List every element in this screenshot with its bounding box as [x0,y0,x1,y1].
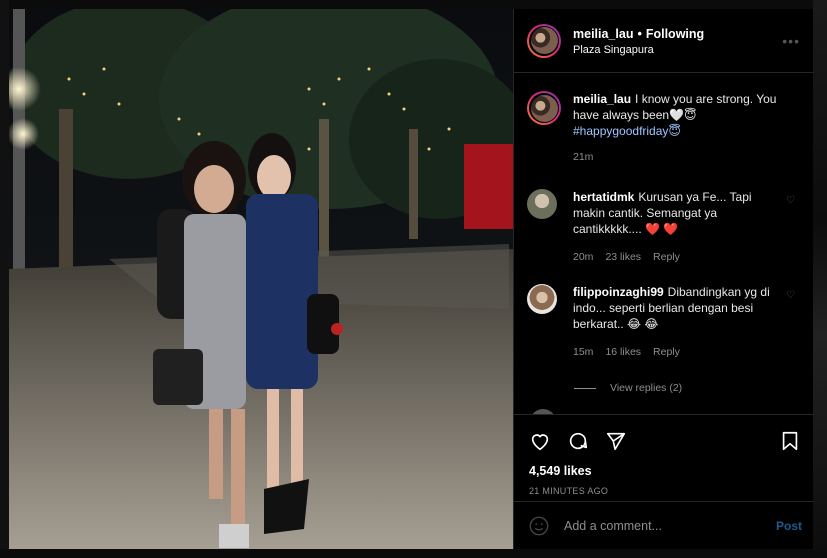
post-side-panel: meilia_lau • Following Plaza Singapura •… [513,9,814,549]
replies-divider [574,387,596,389]
caption-time: 21m [573,151,594,163]
comment-like-heart-icon[interactable]: ♡ [786,195,795,206]
post-photo-image [9,9,513,549]
commenter-username[interactable]: hertatidmk [573,190,634,204]
comment-icon[interactable] [566,429,590,453]
comments-list[interactable]: meilia_lau I know you are strong. You hav… [514,74,814,414]
comment-item: hertatidmk Kurusan ya Fe... Tapi makin ca… [527,189,807,265]
post-photo[interactable] [9,9,513,549]
bookmark-icon[interactable] [778,429,802,453]
caption-hashtag[interactable]: #happygoodfriday😇 [573,124,681,138]
comment-likes[interactable]: 16 likes [605,344,641,360]
view-replies-button[interactable]: View replies (2) [574,382,682,394]
reply-button[interactable]: Reply [653,344,680,360]
modal-backdrop-left [0,0,9,558]
smiley-icon[interactable] [528,515,550,537]
comment-composer: Post [514,501,814,549]
comment-likes[interactable]: 23 likes [605,249,641,265]
comment-input[interactable] [564,518,754,533]
author-username[interactable]: meilia_lau [573,26,633,42]
caption-item: meilia_lau I know you are strong. You hav… [527,91,807,165]
caption-username[interactable]: meilia_lau [573,92,631,106]
likes-count[interactable]: 4,549 likes [529,464,592,478]
comment-time: 20m [573,251,594,263]
following-button[interactable]: Following [646,26,704,42]
comment-time: 15m [573,346,594,358]
view-replies-label: View replies (2) [610,382,683,394]
more-options-icon[interactable]: ••• [782,33,800,49]
share-icon[interactable] [604,429,628,453]
caption-author-avatar[interactable] [527,91,561,125]
comment-item: filippoinzaghi99 Dibandingkan yg di indo.… [527,284,807,360]
post-comment-button[interactable]: Post [776,519,802,533]
author-avatar[interactable] [527,23,561,58]
modal-backdrop-bottom [0,549,827,558]
heart-icon[interactable] [528,429,552,453]
comment-like-heart-icon[interactable]: ♡ [786,290,795,301]
post-header: meilia_lau • Following Plaza Singapura •… [514,9,814,73]
modal-backdrop-right[interactable] [813,0,827,558]
commenter-username[interactable]: filippoinzaghi99 [573,285,664,299]
modal-backdrop-top [0,0,827,9]
commenter-avatar[interactable] [527,189,557,219]
reply-button[interactable]: Reply [653,249,680,265]
post-location[interactable]: Plaza Singapura [573,44,704,56]
post-actions: 4,549 likes 21 MINUTES AGO [514,414,814,504]
separator-dot: • [637,26,642,41]
commenter-avatar[interactable] [527,284,557,314]
post-timestamp[interactable]: 21 MINUTES AGO [529,486,608,496]
